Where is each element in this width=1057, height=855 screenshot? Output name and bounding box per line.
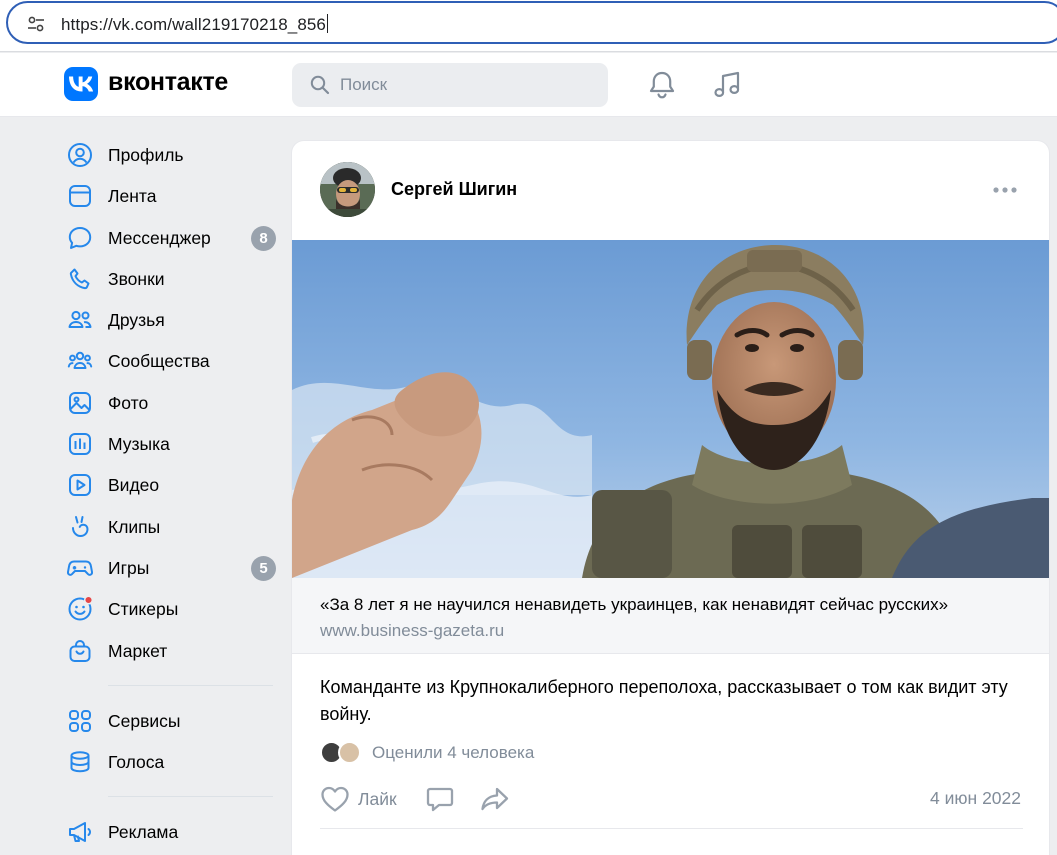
like-button[interactable]: Лайк [320, 784, 397, 814]
sidebar-item-photo[interactable]: Фото [60, 382, 280, 423]
sidebar-item-market[interactable]: Маркет [60, 630, 280, 671]
sidebar-item-games[interactable]: Игры 5 [60, 547, 280, 588]
video-icon [69, 474, 91, 497]
sidebar-item-ads[interactable]: Реклама [60, 811, 280, 852]
brand-name[interactable]: вконтакте [108, 68, 228, 97]
sidebar-item-clips[interactable]: Клипы [60, 506, 280, 547]
post-photo[interactable] [292, 240, 1049, 578]
sidebar-item-messenger[interactable]: Мессенджер 8 [60, 217, 280, 258]
sidebar-item-label: Профиль [108, 145, 184, 165]
search-input[interactable] [340, 63, 590, 107]
gamepad-icon [67, 560, 93, 576]
sidebar-item-label: Фото [108, 392, 149, 413]
sidebar-item-feed[interactable]: Лента [60, 175, 280, 216]
liker-avatar [338, 741, 361, 764]
site-settings-icon[interactable] [27, 15, 45, 33]
sidebar-item-stickers[interactable]: Стикеры [60, 588, 280, 629]
comment-icon[interactable] [426, 785, 454, 813]
sidebar-item-label: Видео [108, 475, 160, 496]
sidebar-item-votes[interactable]: Голоса [60, 741, 280, 782]
wall-post: Сергей Шигин «За 8 лет я не научился нен… [292, 141, 1049, 855]
games-count-badge: 5 [251, 555, 276, 581]
heart-icon [321, 786, 349, 812]
search-icon [310, 75, 330, 95]
top-header: вконтакте [0, 53, 1057, 117]
post-date[interactable]: 4 июн 2022 [930, 788, 1021, 809]
phone-icon [69, 268, 90, 290]
sidebar-item-label: Клипы [108, 516, 161, 537]
snippet-domain: www.business-gazeta.ru [320, 621, 505, 640]
newsfeed-icon [69, 185, 91, 208]
votes-coins-icon [70, 751, 90, 773]
search-box[interactable] [292, 63, 608, 107]
url-text[interactable]: https://vk.com/wall219170218_856 [61, 14, 328, 35]
sticker-icon [68, 596, 93, 621]
message-icon [68, 226, 92, 249]
photo-icon [69, 391, 91, 414]
sidebar-item-label: Друзья [108, 310, 165, 331]
unread-count-badge: 8 [251, 225, 276, 251]
sidebar-item-label: Сервисы [108, 710, 181, 731]
sidebar-item-video[interactable]: Видео [60, 464, 280, 505]
clips-icon [72, 515, 89, 537]
megaphone-icon [69, 822, 92, 843]
music-bars-icon [69, 433, 91, 456]
sidebar-item-label: Стикеры [108, 599, 179, 620]
communities-icon [67, 352, 93, 370]
bell-icon[interactable] [647, 70, 677, 100]
user-circle-icon [68, 143, 92, 167]
sidebar-item-label: Маркет [108, 640, 168, 661]
url-field[interactable]: https://vk.com/wall219170218_856 [6, 1, 1057, 44]
sidebar-divider [108, 684, 273, 686]
sidebar-item-label: Реклама [108, 822, 179, 843]
sidebar-item-label: Музыка [108, 434, 170, 455]
sidebar-item-friends[interactable]: Друзья [60, 299, 280, 340]
like-label: Лайк [358, 788, 397, 809]
sidebar-item-music[interactable]: Музыка [60, 423, 280, 464]
sidebar-item-label: Голоса [108, 752, 165, 773]
share-icon[interactable] [480, 785, 510, 813]
snippet-title[interactable]: «За 8 лет я не научился ненавидеть украи… [320, 595, 1030, 615]
link-snippet[interactable]: «За 8 лет я не научился ненавидеть украи… [292, 578, 1049, 654]
sidebar-item-calls[interactable]: Звонки [60, 258, 280, 299]
browser-address-bar: https://vk.com/wall219170218_856 [0, 0, 1057, 52]
sidebar-item-label: Мессенджер [108, 227, 211, 248]
sidebar-item-communities[interactable]: Сообщества [60, 340, 280, 381]
more-options-icon[interactable] [992, 185, 1018, 195]
sidebar-divider [108, 796, 273, 798]
left-sidebar: Профиль Лента Мессенджер 8 Звонки Друзья… [60, 134, 280, 853]
sidebar-item-label: Звонки [108, 268, 165, 289]
market-bag-icon [69, 639, 91, 662]
friends-icon [68, 311, 92, 329]
post-text: Команданте из Крупнокалиберного переполо… [320, 677, 1008, 724]
music-icon[interactable] [712, 70, 742, 100]
vk-logo-icon[interactable] [64, 67, 98, 101]
sidebar-item-profile[interactable]: Профиль [60, 134, 280, 175]
sidebar-item-services[interactable]: Сервисы [60, 700, 280, 741]
sidebar-item-label: Лента [108, 186, 157, 207]
sidebar-item-label: Игры [108, 557, 150, 578]
sidebar-item-label: Сообщества [108, 351, 210, 372]
likers-summary[interactable]: Оценили 4 человека [372, 743, 534, 763]
notification-dot [83, 596, 93, 605]
author-avatar[interactable] [320, 162, 375, 217]
services-grid-icon [69, 709, 91, 732]
post-divider [320, 828, 1023, 829]
likers-avatars[interactable] [320, 741, 364, 765]
post-author-name[interactable]: Сергей Шигин [391, 179, 517, 200]
